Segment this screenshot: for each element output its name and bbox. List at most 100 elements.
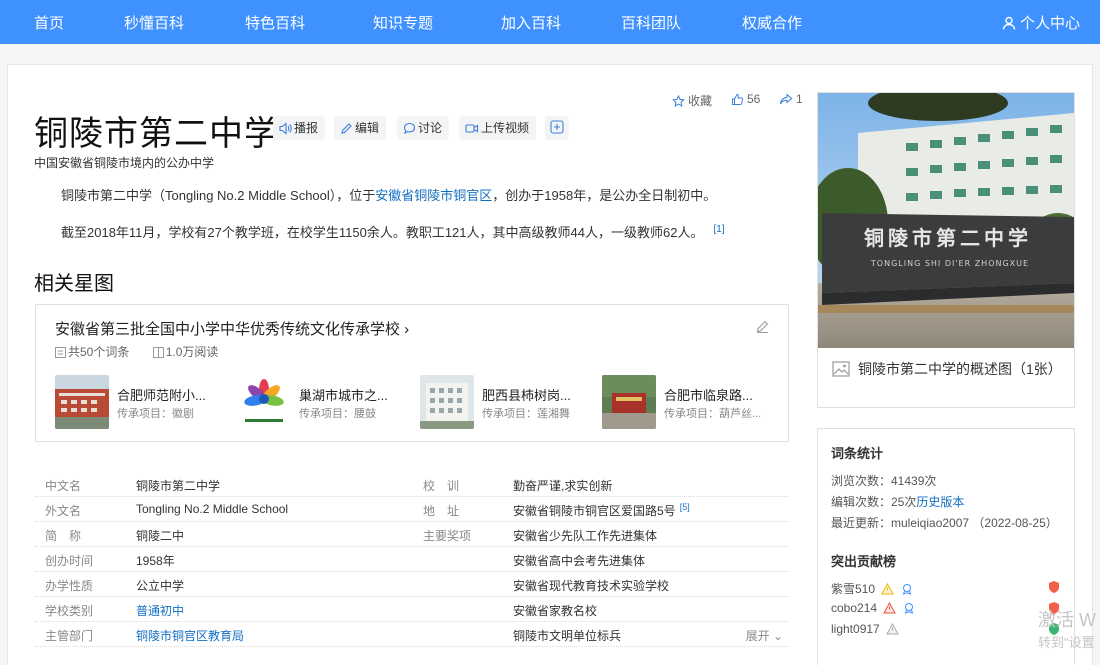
star-item[interactable]: 巢湖市城市之... 传承项目：腰鼓	[237, 375, 412, 431]
star-map-meta: 共50个词条 1.0万阅读	[55, 343, 238, 360]
like-button[interactable]: 56	[731, 92, 760, 106]
share-count: 1	[796, 92, 803, 106]
upload-video-label: 上传视频	[481, 121, 530, 135]
info-value: 公立中学	[136, 579, 185, 593]
shield-badge-icon	[1049, 581, 1059, 593]
broadcast-button[interactable]: 播报	[273, 116, 326, 140]
history-link[interactable]: 历史版本	[916, 495, 964, 509]
school-logo-thumbnail	[237, 375, 291, 429]
expand-label: 展开	[745, 629, 770, 643]
star-item-sub: 传承项目：腰鼓	[299, 408, 376, 420]
sign-subtext: TONGLING SHI DI'ER ZHONGXUE	[870, 259, 1029, 268]
address-text: 安徽省铜陵市铜官区爱国路5号	[513, 504, 676, 518]
table-row: 简 称 铜陵二中 主要奖项 安徽省少先队工作先进集体	[35, 522, 789, 547]
add-button[interactable]	[545, 116, 569, 140]
photo-caption-text: 铜陵市第二中学的概述图（1张）	[858, 361, 1062, 377]
entries-count: 共50个词条	[55, 345, 139, 359]
nav-team[interactable]: 百科团队	[621, 12, 681, 33]
star-item[interactable]: 合肥市临泉路... 传承项目：葫芦丝...	[602, 375, 777, 431]
nav-featured[interactable]: 特色百科	[245, 12, 305, 33]
info-key: 创办时间	[45, 554, 94, 568]
para1-text-a: 铜陵市第二中学（Tongling No.2 Middle School），位于	[61, 188, 376, 203]
table-row: 办学性质 公立中学 安徽省现代教育技术实验学校	[35, 572, 789, 597]
school-gate-photo[interactable]: 铜陵市第二中学 TONGLING SHI DI'ER ZHONGXUE	[818, 93, 1074, 348]
para1-text-b: ，创办于1958年，是公办全日制初中。	[492, 188, 717, 203]
star-icon	[672, 94, 685, 107]
contributor-row[interactable]: cobo214	[831, 601, 915, 615]
nav-home[interactable]: 首页	[34, 12, 64, 33]
contributor-row[interactable]: 紫雪510	[831, 580, 913, 597]
collect-button[interactable]: 收藏	[672, 92, 712, 109]
share-button[interactable]: 1	[779, 92, 803, 106]
user-center-link[interactable]: 个人中心	[1002, 12, 1080, 33]
edit-label: 编辑	[355, 121, 380, 135]
photo-caption[interactable]: 铜陵市第二中学的概述图（1张）	[832, 358, 1062, 380]
star-map-card[interactable]: 安徽省第三批全国中小学中华优秀传统文化传承学校 › 共50个词条 1.0万阅读 …	[35, 304, 789, 442]
info-key: 主管部门	[45, 629, 94, 643]
sign-text: 铜陵市第二中学	[864, 226, 1032, 250]
table-row: 主管部门 铜陵市铜官区教育局 铜陵市文明单位标兵 展开 ⌄	[35, 622, 789, 647]
table-row: 中文名 铜陵市第二中学 校 训 勤奋严谨,求实创新	[35, 472, 789, 497]
nav-topics[interactable]: 知识专题	[373, 12, 433, 33]
entries-count-text: 共50个词条	[68, 345, 130, 359]
entry-subtitle: 中国安徽省铜陵市境内的公办中学	[34, 156, 215, 170]
nav-partners[interactable]: 权威合作	[742, 12, 802, 33]
contributor-row[interactable]: light0917	[831, 622, 899, 636]
like-count: 56	[747, 92, 761, 106]
star-map-title-text: 安徽省第三批全国中小学中华优秀传统文化传承学校	[55, 321, 401, 338]
view-count: 浏览次数：41439次	[831, 474, 937, 488]
info-key: 中文名	[45, 479, 82, 493]
district-link[interactable]: 安徽省铜陵市铜官区	[375, 188, 492, 203]
info-key: 校 训	[423, 479, 460, 493]
warning-badge-icon	[886, 622, 899, 635]
info-value: 安徽省现代教育技术实验学校	[513, 579, 670, 593]
share-icon	[780, 93, 793, 105]
warning-badge-icon	[883, 601, 897, 614]
info-value: 勤奋严谨,求实创新	[513, 479, 613, 493]
info-value: 安徽省铜陵市铜官区爱国路5号 [5]	[513, 502, 690, 519]
nav-miaodong[interactable]: 秒懂百科	[124, 12, 184, 33]
reads-count-text: 1.0万阅读	[165, 345, 219, 359]
edit-count-text: 编辑次数：25次	[831, 495, 917, 509]
section-heading-related: 相关星图	[34, 273, 114, 295]
info-value: 安徽省高中会考先进集体	[513, 554, 646, 568]
stats-title: 词条统计	[831, 446, 884, 461]
edit-button[interactable]: 编辑	[334, 116, 387, 140]
info-key: 主要奖项	[423, 529, 472, 543]
collect-label: 收藏	[688, 94, 713, 108]
list-icon	[55, 347, 66, 358]
edit-pencil-icon[interactable]	[755, 319, 770, 339]
summary-photo-card[interactable]: 铜陵市第二中学 TONGLING SHI DI'ER ZHONGXUE 铜陵市第…	[817, 92, 1075, 408]
edit-count: 编辑次数：25次历史版本	[831, 493, 964, 510]
activation-watermark: 激活 W	[1038, 610, 1096, 630]
reads-count: 1.0万阅读	[152, 345, 229, 359]
info-value: 铜陵二中	[136, 529, 185, 543]
info-value: 安徽省少先队工作先进集体	[513, 529, 658, 543]
info-key: 外文名	[45, 504, 82, 518]
pencil-icon	[341, 123, 352, 134]
entry-stats-card: 词条统计 浏览次数：41439次 编辑次数：25次历史版本 最近更新：mulei…	[817, 428, 1075, 665]
top-nav: 首页 秒懂百科 特色百科 知识专题 加入百科 百科团队 权威合作 个人中心	[0, 0, 1100, 44]
upload-video-button[interactable]: 上传视频	[459, 116, 537, 140]
reference-link[interactable]: [1]	[713, 224, 724, 235]
thumbs-up-icon	[732, 93, 744, 105]
discuss-button[interactable]: 讨论	[397, 116, 450, 140]
reference-link[interactable]: [5]	[680, 502, 690, 512]
info-value: 铜陵市第二中学	[136, 479, 221, 493]
last-update: 最近更新：muleiqiao2007 （2022-08-25）	[831, 516, 1058, 530]
school-thumbnail	[420, 375, 474, 429]
authority-link[interactable]: 铜陵市铜官区教育局	[136, 627, 244, 644]
nav-join[interactable]: 加入百科	[501, 12, 561, 33]
star-map-title[interactable]: 安徽省第三批全国中小学中华优秀传统文化传承学校 ›	[55, 318, 409, 339]
school-type-link[interactable]: 普通初中	[136, 602, 184, 619]
star-item[interactable]: 合肥师范附小... 传承项目：徽剧	[55, 375, 230, 431]
expand-button[interactable]: 展开 ⌄	[746, 627, 783, 644]
certificate-badge-icon	[902, 584, 912, 595]
star-item-sub: 传承项目：徽剧	[117, 408, 194, 420]
table-row: 创办时间 1958年 安徽省高中会考先进集体	[35, 547, 789, 572]
star-item[interactable]: 肥西县柿树岗... 传承项目：莲湘舞	[420, 375, 595, 431]
star-item-name: 合肥师范附小...	[117, 388, 206, 403]
warning-badge-icon	[881, 582, 895, 595]
info-value: 1958年	[136, 554, 175, 568]
para2-text: 截至2018年11月，学校有27个教学班，在校学生1150余人。教职工121人，…	[61, 225, 704, 240]
